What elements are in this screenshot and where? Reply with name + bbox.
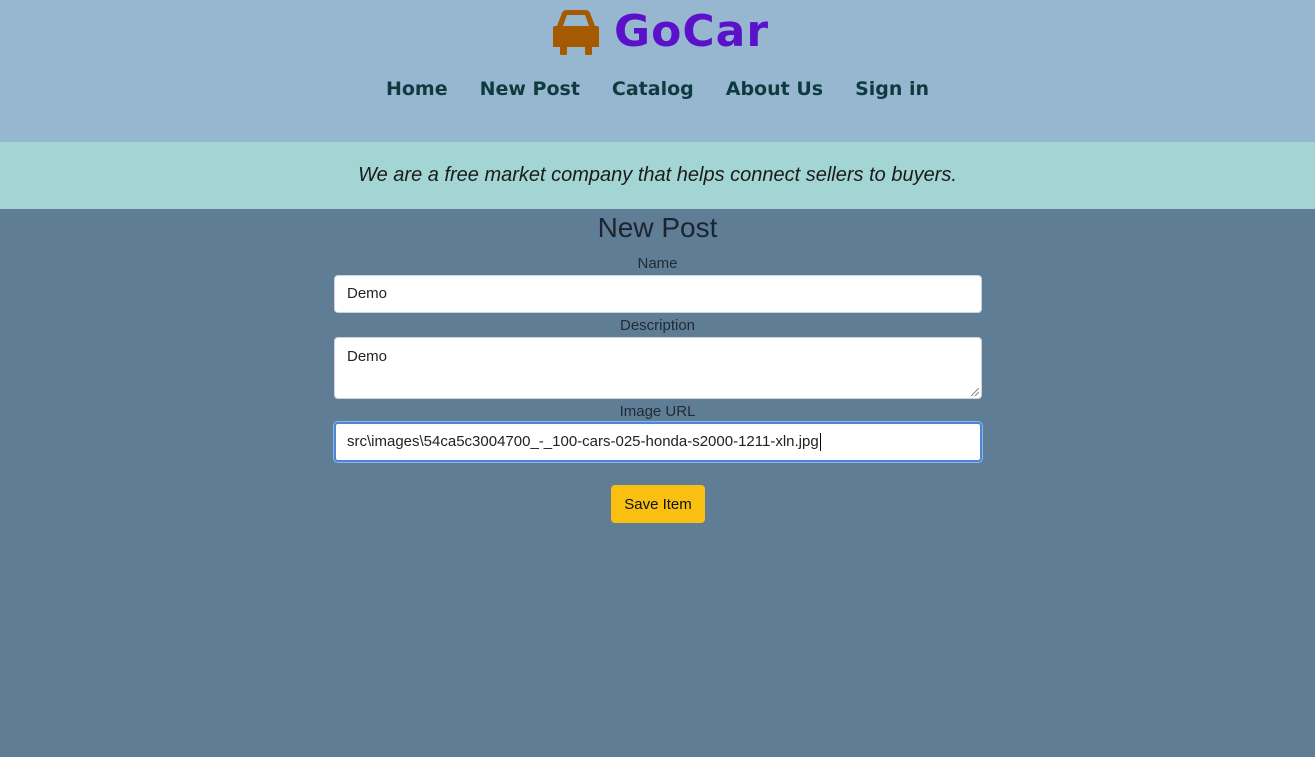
text-caret [819, 433, 821, 452]
tagline-banner: We are a free market company that helps … [0, 142, 1315, 209]
brand-name: GoCar [614, 6, 770, 57]
description-textarea-value: Demo [347, 348, 388, 365]
description-textarea[interactable]: Demo [334, 337, 982, 399]
resize-grip-icon[interactable] [971, 388, 979, 396]
main-nav: Home New Post Catalog About Us Sign in [0, 78, 1315, 100]
page-title: New Post [597, 212, 718, 243]
nav-item-about-us[interactable]: About Us [726, 78, 823, 100]
image-url-input[interactable]: src\images\54ca5c3004700_-_100-cars-025-… [334, 422, 982, 462]
name-label: Name [637, 255, 678, 272]
save-item-button[interactable]: Save Item [611, 485, 705, 523]
tagline-text: We are a free market company that helps … [358, 164, 957, 186]
site-header: GoCar Home New Post Catalog About Us Sig… [0, 0, 1315, 142]
logo[interactable]: GoCar [552, 8, 769, 56]
name-input[interactable]: Demo [334, 275, 982, 313]
image-url-label: Image URL [619, 403, 696, 420]
image-url-input-value: src\images\54ca5c3004700_-_100-cars-025-… [347, 433, 819, 450]
nav-item-catalog[interactable]: Catalog [612, 78, 694, 100]
car-icon [553, 10, 599, 55]
description-label: Description [619, 317, 696, 334]
nav-item-new-post[interactable]: New Post [480, 78, 580, 100]
nav-item-home[interactable]: Home [386, 78, 448, 100]
nav-item-sign-in[interactable]: Sign in [855, 78, 929, 100]
name-input-value: Demo [347, 285, 388, 302]
